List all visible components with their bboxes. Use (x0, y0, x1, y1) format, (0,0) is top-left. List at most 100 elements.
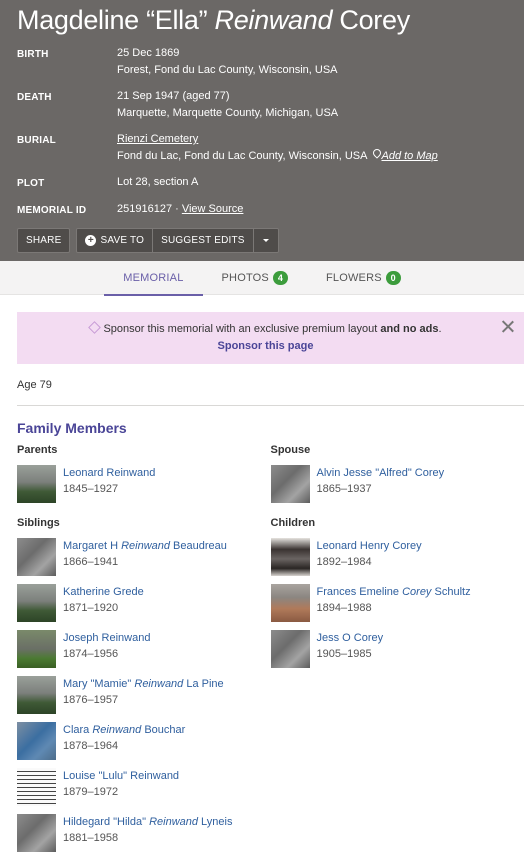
more-actions-dropdown[interactable] (253, 229, 278, 252)
family-member-spouse[interactable]: Alvin Jesse "Alfred" Corey 1865–1937 (270, 465, 524, 503)
family-member-name[interactable]: Joseph Reinwand (63, 630, 150, 646)
family-member-name[interactable]: Clara Reinwand Bouchar (63, 722, 185, 738)
family-member-dates: 1876–1957 (63, 694, 119, 706)
family-member-dates: 1874–1956 (63, 648, 119, 660)
plot-value: Lot 28, section A (117, 176, 199, 188)
family-member-siblings[interactable]: Clara Reinwand Bouchar 1878–1964 (17, 722, 271, 760)
close-icon[interactable] (502, 320, 514, 332)
family-member-photo[interactable] (270, 538, 310, 576)
spouse-heading: Spouse (270, 444, 311, 456)
family-member-dates: 1866–1941 (63, 556, 119, 568)
memorial-id-value: 251916127 · (117, 203, 179, 215)
family-members: Parents Leonard Reinwand 1845–1927 Siblin… (17, 444, 524, 856)
family-member-name[interactable]: Louise "Lulu" Reinwand (63, 768, 179, 784)
caret-down-icon (262, 239, 269, 242)
family-member-siblings[interactable]: Mary "Mamie" Reinwand La Pine 1876–1957 (17, 676, 271, 714)
family-member-name[interactable]: Alvin Jesse "Alfred" Corey (317, 465, 445, 481)
parents-list: Leonard Reinwand 1845–1927 (17, 465, 271, 503)
birth-label: BIRTH (17, 49, 49, 60)
family-left-column: Parents Leonard Reinwand 1845–1927 Siblin… (17, 444, 271, 856)
tab-flowers[interactable]: FLOWERS 0 (307, 261, 420, 295)
burial-label: BURIAL (17, 135, 56, 146)
sponsor-text-bold: and no ads (380, 323, 439, 335)
family-member-siblings[interactable]: Joseph Reinwand 1874–1956 (17, 630, 271, 668)
maiden-name: Reinwand (214, 5, 333, 35)
family-member-photo[interactable] (17, 630, 56, 668)
family-member-name[interactable]: Leonard Henry Corey (317, 538, 422, 554)
children-heading: Children (270, 517, 316, 529)
family-member-photo[interactable] (270, 465, 310, 503)
family-member-photo[interactable] (17, 538, 56, 576)
family-member-parents[interactable]: Leonard Reinwand 1845–1927 (17, 465, 271, 503)
birth-date: 25 Dec 1869 (117, 47, 180, 59)
family-member-name[interactable]: Mary "Mamie" Reinwand La Pine (63, 676, 224, 692)
family-member-name[interactable]: Hildegard "Hilda" Reinwand Lyneis (63, 814, 232, 830)
memorial-name: Magdeline “Ella” Reinwand Corey (17, 5, 410, 35)
family-member-dates: 1894–1988 (316, 602, 372, 614)
family-member-photo[interactable] (17, 768, 56, 806)
siblings-group: Siblings Margaret H Reinwand Beaudreau 18… (17, 517, 271, 852)
birth-fact: BIRTH 25 Dec 1869 Forest, Fond du Lac Co… (17, 45, 524, 79)
age-text: Age 79 (17, 379, 52, 391)
family-member-photo[interactable] (17, 584, 56, 622)
family-member-siblings[interactable]: Louise "Lulu" Reinwand 1879–1972 (17, 768, 271, 806)
children-group: Children Leonard Henry Corey 1892–1984 Fra… (270, 517, 524, 668)
add-to-map-link[interactable]: Add to Map (381, 150, 437, 162)
cemetery-link[interactable]: Rienzi Cemetery (117, 133, 198, 145)
flowers-count-badge: 0 (385, 271, 401, 285)
family-member-name[interactable]: Frances Emeline Corey Schultz (317, 584, 471, 600)
family-member-photo[interactable] (270, 584, 310, 622)
birth-place: Forest, Fond du Lac County, Wisconsin, U… (117, 64, 338, 76)
memorial-tabs: MEMORIAL PHOTOS 4 FLOWERS 0 (0, 261, 524, 296)
spouse-list: Alvin Jesse "Alfred" Corey 1865–1937 (270, 465, 524, 503)
family-member-dates: 1881–1958 (63, 832, 119, 844)
view-source-link[interactable]: View Source (182, 203, 244, 215)
family-member-name[interactable]: Leonard Reinwand (63, 465, 155, 481)
burial-fact: BURIAL Rienzi Cemetery Fond du Lac, Fond… (17, 131, 524, 165)
memorial-id-fact: MEMORIAL ID 251916127 · View Source (17, 201, 524, 219)
family-member-name[interactable]: Katherine Grede (63, 584, 144, 600)
memorial-id-label: MEMORIAL ID (17, 205, 87, 216)
family-member-photo[interactable] (17, 722, 56, 760)
tab-photos[interactable]: PHOTOS 4 (203, 261, 307, 295)
death-label: DEATH (17, 92, 52, 103)
sponsor-text: Sponsor this memorial with an exclusive … (103, 323, 378, 335)
family-member-photo[interactable] (17, 676, 56, 714)
family-member-photo[interactable] (17, 465, 56, 503)
family-member-dates: 1878–1964 (63, 740, 119, 752)
share-button[interactable]: SHARE (17, 228, 71, 253)
family-member-name[interactable]: Margaret H Reinwand Beaudreau (63, 538, 227, 554)
memorial-header: Magdeline “Ella” Reinwand Corey BIRTH 25… (0, 0, 524, 261)
siblings-heading: Siblings (17, 517, 60, 529)
family-member-dates: 1845–1927 (63, 483, 119, 495)
family-member-children[interactable]: Leonard Henry Corey 1892–1984 (270, 538, 524, 576)
sponsor-page-link[interactable]: Sponsor this page (17, 338, 514, 355)
family-member-children[interactable]: Frances Emeline Corey Schultz 1894–1988 (270, 584, 524, 622)
family-member-dates: 1865–1937 (316, 483, 372, 495)
death-fact: DEATH 21 Sep 1947 (aged 77) Marquette, M… (17, 88, 524, 122)
family-member-photo[interactable] (17, 814, 56, 852)
diamond-icon (89, 323, 98, 332)
family-members-heading: Family Members (17, 420, 127, 436)
plot-label: PLOT (17, 178, 45, 189)
family-member-dates: 1879–1972 (63, 786, 119, 798)
parents-heading: Parents (17, 444, 58, 456)
family-member-photo[interactable] (270, 630, 310, 668)
tab-memorial[interactable]: MEMORIAL (104, 261, 203, 296)
map-pin-icon (373, 149, 381, 160)
plus-circle-icon: + (85, 235, 97, 246)
family-member-siblings[interactable]: Katherine Grede 1871–1920 (17, 584, 271, 622)
memorial-facts: BIRTH 25 Dec 1869 Forest, Fond du Lac Co… (17, 45, 524, 219)
save-to-button[interactable]: + SAVE TO (77, 229, 154, 252)
suggest-edits-button[interactable]: SUGGEST EDITS (153, 229, 254, 252)
family-member-dates: 1892–1984 (316, 556, 372, 568)
family-right-column: Spouse Alvin Jesse "Alfred" Corey 1865–19… (270, 444, 524, 856)
family-member-dates: 1905–1985 (316, 648, 372, 660)
burial-place: Fond du Lac, Fond du Lac County, Wiscons… (117, 150, 368, 162)
spouse-group: Spouse Alvin Jesse "Alfred" Corey 1865–19… (270, 444, 524, 503)
family-member-siblings[interactable]: Hildegard "Hilda" Reinwand Lyneis 1881–19… (17, 814, 271, 852)
plot-fact: PLOT Lot 28, section A (17, 174, 524, 192)
family-member-name[interactable]: Jess O Corey (317, 630, 384, 646)
family-member-children[interactable]: Jess O Corey 1905–1985 (270, 630, 524, 668)
family-member-siblings[interactable]: Margaret H Reinwand Beaudreau 1866–1941 (17, 538, 271, 576)
